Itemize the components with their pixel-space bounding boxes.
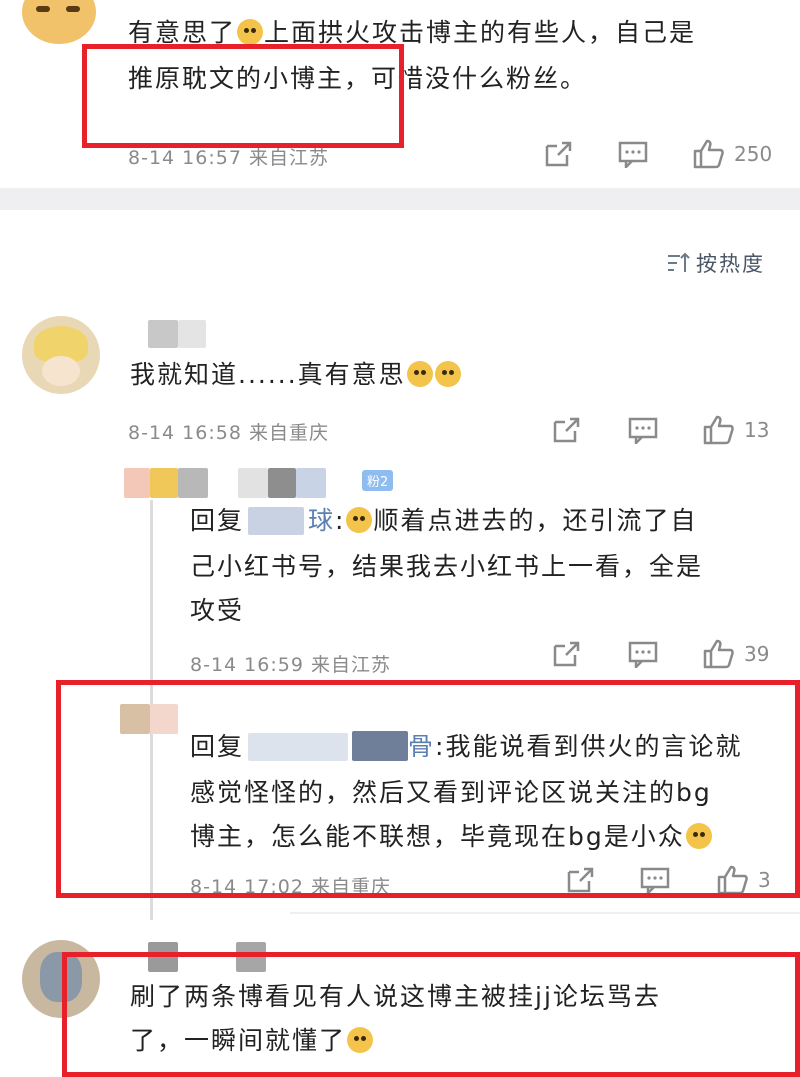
- username-blurred[interactable]: [238, 468, 268, 498]
- comment-divider: [290, 912, 800, 914]
- reply-text: 己小红书号，结果我去小红书上一看，全是: [190, 552, 704, 581]
- comment-button[interactable]: [618, 140, 648, 168]
- tears-of-joy-emoji-icon: [347, 1027, 374, 1053]
- like-count: 250: [734, 142, 773, 166]
- comment-text: 了，一瞬间就懂了: [130, 1018, 374, 1064]
- avatar-blurred[interactable]: [120, 704, 150, 734]
- share-icon: [545, 141, 572, 167]
- comment-button[interactable]: [640, 866, 670, 894]
- sort-icon: [668, 252, 690, 272]
- doge-emoji-icon: [406, 361, 433, 387]
- share-button[interactable]: [566, 866, 596, 894]
- share-icon: [553, 417, 580, 443]
- thumbs-up-icon: [693, 139, 724, 169]
- share-button[interactable]: [552, 640, 582, 668]
- reply-text: 攻受: [190, 596, 245, 625]
- thumbs-up-icon: [703, 415, 734, 445]
- comment-icon: [628, 417, 658, 444]
- comment-text: 推原耽文的小博主，可惜没什么粉丝。: [128, 64, 588, 93]
- doge-emoji-icon: [346, 507, 373, 533]
- share-button[interactable]: [552, 416, 582, 444]
- reply-meta: 8-14 16:59 来自江苏: [190, 654, 391, 676]
- comment-button[interactable]: [628, 640, 658, 668]
- like-button[interactable]: 3: [716, 864, 771, 896]
- avatar[interactable]: [22, 0, 96, 44]
- share-icon: [567, 867, 594, 893]
- like-count: 3: [758, 868, 771, 892]
- like-button[interactable]: 39: [702, 638, 769, 670]
- sort-button[interactable]: 按热度: [666, 248, 765, 278]
- avatar[interactable]: [22, 940, 100, 1018]
- comment-text: 刷了两条博看见有人说这博主被挂jj论坛骂去: [130, 982, 661, 1011]
- share-icon: [553, 641, 580, 667]
- thumbs-up-icon: [703, 639, 734, 669]
- avatar[interactable]: [22, 316, 100, 394]
- comment-meta: 8-14 16:58 来自重庆: [128, 422, 329, 444]
- reply-meta: 8-14 17:02 来自重庆: [190, 876, 391, 898]
- reply-text: 回复 球: 顺着点进去的，还引流了自: [190, 506, 698, 535]
- comment-icon: [628, 641, 658, 668]
- comment-icon: [640, 867, 670, 894]
- username-blurred[interactable]: [148, 320, 178, 348]
- like-button[interactable]: 13: [702, 414, 769, 446]
- comment-text: 有意思了 上面拱火攻击博主的有些人，自己是: [128, 18, 697, 47]
- share-button[interactable]: [544, 140, 574, 168]
- doge-emoji-icon: [237, 19, 264, 45]
- comment-text: 我就知道......真有意思: [130, 352, 462, 398]
- reply-text: 回复 骨:我能说看到供火的言论就: [190, 731, 743, 761]
- comment-button[interactable]: [628, 416, 658, 444]
- doge-emoji-icon: [685, 823, 712, 849]
- thumbs-up-icon: [717, 865, 748, 895]
- avatar-blurred[interactable]: [124, 468, 150, 498]
- doge-emoji-icon: [434, 361, 461, 387]
- username-blurred[interactable]: [148, 942, 178, 972]
- fan-badge: 粉2: [362, 470, 394, 491]
- like-button[interactable]: 250: [692, 138, 772, 170]
- comment-icon: [618, 141, 648, 168]
- sort-label: 按热度: [696, 252, 765, 276]
- like-count: 13: [744, 418, 770, 442]
- comment-meta: 8-14 16:57 来自江苏: [128, 147, 329, 169]
- section-divider: [0, 188, 800, 210]
- reply-text: 博主，怎么能不联想，毕竟现在bg是小众: [190, 814, 713, 860]
- like-count: 39: [744, 642, 770, 666]
- reply-text: 感觉怪怪的，然后又看到评论区说关注的bg: [190, 778, 712, 807]
